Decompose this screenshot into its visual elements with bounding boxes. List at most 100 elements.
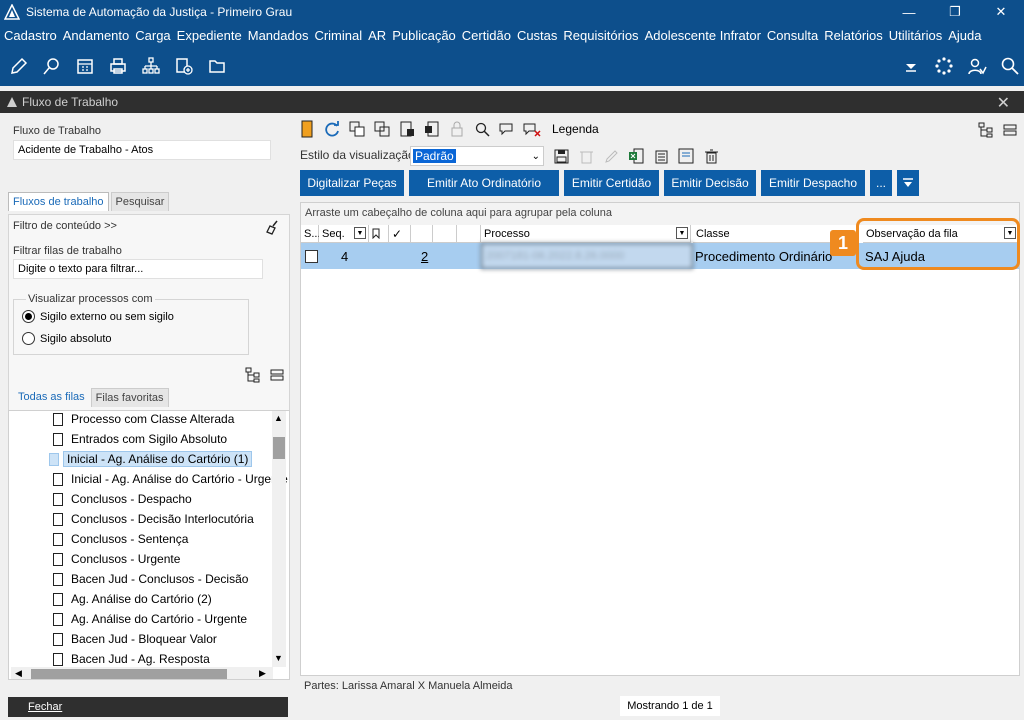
menu-ajuda[interactable]: Ajuda (946, 28, 985, 43)
scroll-right-icon[interactable]: ▶ (259, 668, 266, 679)
expand-menu-button[interactable] (897, 170, 919, 196)
pencil-disabled-icon[interactable] (602, 147, 620, 165)
tree-item[interactable]: Bacen Jud - Conclusos - Decisão (53, 569, 248, 589)
hierarchy-icon[interactable] (139, 54, 163, 78)
folder-icon[interactable] (205, 54, 229, 78)
menu-publicacao[interactable]: Publicação (390, 28, 460, 43)
estilo-select[interactable]: Padrão ⌄ (410, 146, 544, 166)
digitalizar-pecas-button[interactable]: Digitalizar Peças (300, 170, 404, 196)
restore-button[interactable]: ❐ (932, 0, 978, 24)
emitir-decisao-button[interactable]: Emitir Decisão (664, 170, 756, 196)
radio-sigilo-absoluto[interactable]: Sigilo absoluto (22, 332, 112, 345)
tree-horizontal-scrollbar[interactable]: ◀ ▶ (11, 667, 273, 679)
menu-criminal[interactable]: Criminal (312, 28, 366, 43)
scroll-down-icon[interactable]: ▼ (274, 653, 283, 663)
save-document-icon[interactable] (423, 120, 441, 138)
search-person-icon[interactable] (473, 120, 491, 138)
tab-pesquisar[interactable]: Pesquisar (110, 192, 170, 211)
message-icon[interactable] (498, 120, 516, 138)
column-header-blank-3[interactable] (457, 225, 481, 243)
export-icon[interactable] (677, 147, 695, 165)
tree-item[interactable]: Bacen Jud - Ag. Resposta (53, 649, 210, 669)
menu-relatorios[interactable]: Relatórios (822, 28, 887, 43)
filtro-conteudo-link[interactable]: Filtro de conteúdo >> (13, 220, 117, 232)
column-header-processo[interactable]: Processo ▼ (481, 225, 691, 243)
minimize-button[interactable]: — (886, 0, 932, 24)
radio-button-off[interactable] (22, 332, 35, 345)
tab-fluxos[interactable]: Fluxos de trabalho (8, 192, 109, 211)
loading-icon[interactable] (932, 54, 956, 78)
tree-item[interactable]: Entrados com Sigilo Absoluto (53, 429, 227, 449)
column-header-blank-1[interactable] (411, 225, 433, 243)
tree-item[interactable]: Conclusos - Despacho (53, 489, 192, 509)
menu-carga[interactable]: Carga (133, 28, 174, 43)
menu-adolescente-infrator[interactable]: Adolescente Infrator (643, 28, 765, 43)
menu-cadastro[interactable]: Cadastro (2, 28, 61, 43)
menu-certidao[interactable]: Certidão (460, 28, 515, 43)
column-header-seq[interactable]: Seq. ▼ (319, 225, 369, 243)
tree-item[interactable]: Conclusos - Sentença (53, 529, 188, 549)
tree-item-selected[interactable]: Inicial - Ag. Análise do Cartório (1) (49, 449, 253, 469)
tree-expand-right-icon[interactable] (978, 122, 994, 138)
tree-vertical-scrollbar[interactable]: ▲ ▼ (272, 411, 286, 667)
menu-ar[interactable]: AR (366, 28, 390, 43)
close-button[interactable]: ✕ (978, 0, 1024, 24)
column-dropdown-icon[interactable]: ▼ (354, 227, 366, 239)
menu-mandados[interactable]: Mandados (246, 28, 313, 43)
column-header-s[interactable]: S... (301, 225, 321, 243)
fechar-button[interactable]: Fechar (8, 697, 288, 717)
radio-button-on[interactable] (22, 310, 35, 323)
row-checkbox[interactable] (305, 243, 318, 269)
tree-item[interactable]: Conclusos - Urgente (53, 549, 180, 569)
tab-todas-as-filas[interactable]: Todas as filas (14, 388, 89, 407)
broom-icon[interactable] (265, 219, 281, 235)
tree-collapse-right-icon[interactable] (1002, 122, 1018, 138)
legenda-label[interactable]: Legenda (552, 122, 599, 136)
edit-icon[interactable] (7, 54, 31, 78)
dropdown-arrow-icon[interactable] (899, 54, 923, 78)
menu-utilitarios[interactable]: Utilitários (887, 28, 946, 43)
clipboard-icon[interactable] (652, 147, 670, 165)
tab-filas-favoritas[interactable]: Filas favoritas (90, 388, 169, 407)
column-header-blank-2[interactable] (433, 225, 457, 243)
tree-item[interactable]: Ag. Análise do Cartório - Urgente (53, 609, 247, 629)
refresh-icon[interactable] (323, 120, 341, 138)
menu-custas[interactable]: Custas (515, 28, 561, 43)
menu-andamento[interactable]: Andamento (61, 28, 134, 43)
print-document-icon[interactable] (398, 120, 416, 138)
menu-requisitorios[interactable]: Requisitórios (561, 28, 642, 43)
tree-expand-icon[interactable] (245, 367, 261, 383)
scroll-up-icon[interactable]: ▲ (274, 413, 283, 423)
scroll-left-icon[interactable]: ◀ (15, 668, 22, 679)
lock-icon[interactable] (448, 120, 466, 138)
radio-sigilo-externo[interactable]: Sigilo externo ou sem sigilo (22, 310, 174, 323)
search-icon[interactable] (998, 54, 1022, 78)
tree-item[interactable]: Inicial - Ag. Análise do Cartório - Urge… (53, 469, 288, 489)
emitir-despacho-button[interactable]: Emitir Despacho (761, 170, 865, 196)
menu-consulta[interactable]: Consulta (765, 28, 822, 43)
copy-icon[interactable] (348, 120, 366, 138)
emitir-certidao-button[interactable]: Emitir Certidão (564, 170, 659, 196)
row-count-link[interactable]: 2 (421, 243, 428, 269)
scrollbar-thumb[interactable] (273, 437, 285, 459)
bookmark-icon[interactable] (298, 120, 316, 138)
column-dropdown-icon[interactable]: ▼ (676, 227, 688, 239)
tree-item[interactable]: Bacen Jud - Bloquear Valor (53, 629, 217, 649)
search-edit-icon[interactable] (40, 54, 64, 78)
trash-icon[interactable] (702, 147, 720, 165)
message-delete-icon[interactable] (523, 120, 541, 138)
tree-item[interactable]: Ag. Análise do Cartório (2) (53, 589, 212, 609)
column-header-check[interactable]: ✓ (389, 225, 411, 243)
emitir-ato-ordinatorio-button[interactable]: Emitir Ato Ordinatório (409, 170, 559, 196)
tree-item[interactable]: Conclusos - Decisão Interlocutória (53, 509, 254, 529)
filtrar-input[interactable]: Digite o texto para filtrar... (13, 259, 263, 279)
add-document-icon[interactable] (172, 54, 196, 78)
menu-expediente[interactable]: Expediente (175, 28, 246, 43)
printer-icon[interactable] (106, 54, 130, 78)
row-processo[interactable]: 2007181-06.2022.8.26.0000 (481, 243, 693, 269)
more-button[interactable]: ... (870, 170, 892, 196)
duplicate-icon[interactable] (373, 120, 391, 138)
save-icon[interactable] (552, 147, 570, 165)
tree-item[interactable]: Processo com Classe Alterada (53, 411, 234, 429)
users-icon[interactable] (965, 54, 989, 78)
